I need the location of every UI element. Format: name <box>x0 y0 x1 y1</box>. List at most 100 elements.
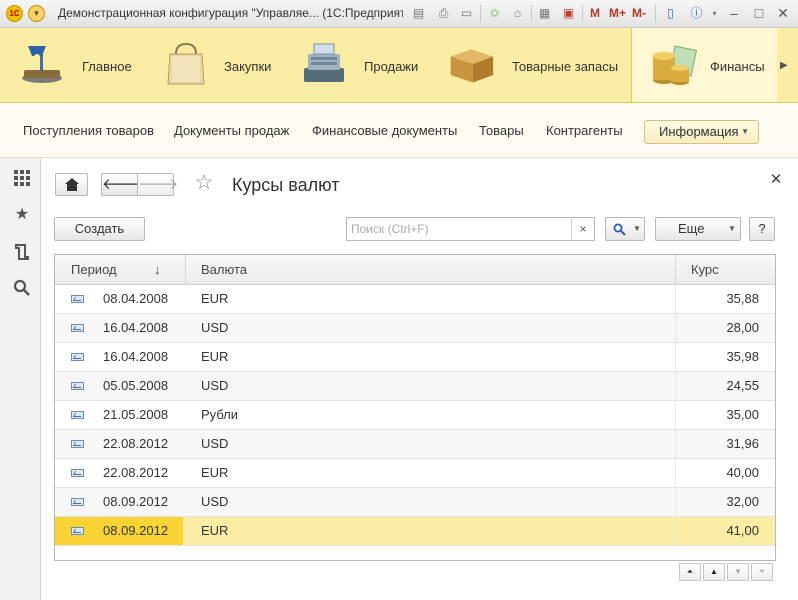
func-goods-receipts[interactable]: Поступления товаров <box>23 103 154 158</box>
information-dropdown[interactable]: Информация ▼ <box>644 120 759 144</box>
register-record-icon <box>71 527 84 535</box>
form-area: 🡐 🡒 ☆ Курсы валют ✕ Создать × ▼ Еще ▼ ? … <box>41 158 798 600</box>
table-row[interactable]: 22.08.2012 EUR 40,00 <box>55 459 775 488</box>
create-button[interactable]: Создать <box>54 217 145 241</box>
cell-rate: 41,00 <box>726 523 759 538</box>
favorites-star-icon[interactable]: ★ <box>12 205 32 225</box>
column-divider <box>675 314 676 342</box>
cell-period: 08.09.2012 <box>103 494 169 509</box>
cell-currency: USD <box>201 320 229 335</box>
arrow-right-icon: 🡒 <box>138 176 179 193</box>
cell-currency: Рубли <box>201 407 239 422</box>
search-box: × <box>346 217 595 241</box>
cell-rate: 35,98 <box>726 349 759 364</box>
func-financial-documents[interactable]: Финансовые документы <box>312 103 457 158</box>
info-icon[interactable]: ⓘ <box>688 5 705 22</box>
section-finance-label: Финансы <box>710 59 765 74</box>
calendar-icon[interactable]: ▣ <box>560 5 577 22</box>
cell-period: 08.09.2012 <box>103 523 169 538</box>
section-main[interactable]: Главное <box>18 28 146 102</box>
close-form-icon[interactable]: ✕ <box>768 172 784 188</box>
clear-search-icon[interactable]: × <box>571 218 594 240</box>
panels-icon[interactable]: ▯ <box>662 5 679 22</box>
sections-scroll-right-icon[interactable]: ▶ <box>780 60 788 71</box>
form-title: Курсы валют <box>232 175 340 195</box>
cell-currency: EUR <box>201 465 229 480</box>
section-finance[interactable]: Финансы <box>631 28 777 102</box>
register-record-icon <box>71 498 84 506</box>
table-row[interactable]: 08.04.2008 EUR 35,88 <box>55 285 775 314</box>
app-logo-icon[interactable]: 1C <box>6 5 23 22</box>
favorites-add-icon[interactable]: ✩ <box>486 5 503 22</box>
arrow-down-icon: ▼ <box>734 567 742 576</box>
scroll-up-button[interactable]: ▲ <box>703 563 725 581</box>
more-button[interactable]: Еще ▼ <box>655 217 741 241</box>
add-to-favorites-star-icon[interactable]: ☆ <box>193 172 215 194</box>
section-purchases-label: Закупки <box>224 59 272 74</box>
table-row-selected[interactable]: 08.09.2012 EUR 41,00 <box>55 517 775 546</box>
register-record-icon <box>71 295 84 303</box>
help-button[interactable]: ? <box>749 217 775 241</box>
arrow-up-icon: ▲ <box>710 567 718 576</box>
column-header-rate[interactable]: Курс <box>691 255 719 284</box>
currency-rates-table: Период ↓ Валюта Курс 08.04.2008 EUR 35,8… <box>54 254 776 561</box>
table-row[interactable]: 05.05.2008 USD 24,55 <box>55 372 775 401</box>
cell-rate: 40,00 <box>726 465 759 480</box>
section-sales-label: Продажи <box>364 59 419 74</box>
column-header-currency[interactable]: Валюта <box>201 255 247 284</box>
section-inventory[interactable]: Товарные запасы <box>447 28 629 102</box>
main-menu-icon[interactable]: ▾ <box>28 5 45 22</box>
func-counterparties[interactable]: Контрагенты <box>546 103 623 158</box>
search-icon[interactable] <box>12 278 32 298</box>
forward-button[interactable]: 🡒 <box>137 173 178 196</box>
column-divider <box>675 488 676 516</box>
register-record-icon <box>71 469 84 477</box>
table-row[interactable]: 08.09.2012 USD 32,00 <box>55 488 775 517</box>
chevron-down-icon: ▼ <box>633 224 641 233</box>
print-icon[interactable]: ⎙ <box>435 5 452 22</box>
more-button-label: Еще <box>678 221 705 236</box>
close-window-icon[interactable]: ✕ <box>775 4 791 23</box>
table-row[interactable]: 16.04.2008 USD 28,00 <box>55 314 775 343</box>
shopping-bag-icon <box>167 42 205 85</box>
home-button[interactable] <box>55 173 88 196</box>
sort-descending-icon: ↓ <box>154 262 161 277</box>
chevron-down-icon: ▼ <box>741 127 749 136</box>
all-functions-grid-icon[interactable] <box>12 168 32 188</box>
column-header-period[interactable]: Период <box>71 255 117 284</box>
memory-store-button[interactable]: M <box>590 5 600 22</box>
information-dropdown-label: Информация <box>659 124 739 139</box>
calculator-icon[interactable]: ▦ <box>536 5 553 22</box>
section-purchases[interactable]: Закупки <box>162 28 287 102</box>
section-sales[interactable]: Продажи <box>300 28 430 102</box>
table-row[interactable]: 21.05.2008 Рубли 35,00 <box>55 401 775 430</box>
toolbar-separator <box>582 5 583 22</box>
preview-icon[interactable]: ▭ <box>458 5 475 22</box>
cell-period: 05.05.2008 <box>103 378 169 393</box>
history-icon[interactable] <box>12 242 32 262</box>
scroll-to-bottom-button[interactable]: ⏷ <box>751 563 773 581</box>
func-sales-documents[interactable]: Документы продаж <box>174 103 289 158</box>
table-row[interactable]: 16.04.2008 EUR 35,98 <box>55 343 775 372</box>
minimize-icon[interactable]: – <box>726 4 742 23</box>
memory-subtract-button[interactable]: M- <box>632 5 646 22</box>
scroll-down-button[interactable]: ▼ <box>727 563 749 581</box>
memory-add-button[interactable]: M+ <box>609 5 626 22</box>
info-menu-chevron-icon[interactable]: ▾ <box>706 5 723 22</box>
search-input[interactable] <box>347 218 573 240</box>
cell-currency: USD <box>201 378 229 393</box>
cell-currency: EUR <box>201 291 229 306</box>
table-row[interactable]: 22.08.2012 USD 31,96 <box>55 430 775 459</box>
cell-period: 22.08.2012 <box>103 465 169 480</box>
desk-lamp-icon <box>22 46 62 83</box>
search-options-button[interactable]: ▼ <box>605 217 645 241</box>
func-goods[interactable]: Товары <box>479 103 524 158</box>
maximize-icon[interactable]: □ <box>751 4 767 23</box>
cash-register-icon <box>304 43 344 82</box>
title-bar: 1C ▾ Демонстрационная конфигурация "Упра… <box>0 0 798 28</box>
column-divider <box>675 372 676 400</box>
back-button[interactable]: 🡐 <box>101 173 142 196</box>
save-icon[interactable]: ▤ <box>410 5 427 22</box>
scroll-to-top-button[interactable]: ⏶ <box>679 563 701 581</box>
history-icon[interactable]: ⌂ <box>509 5 526 22</box>
